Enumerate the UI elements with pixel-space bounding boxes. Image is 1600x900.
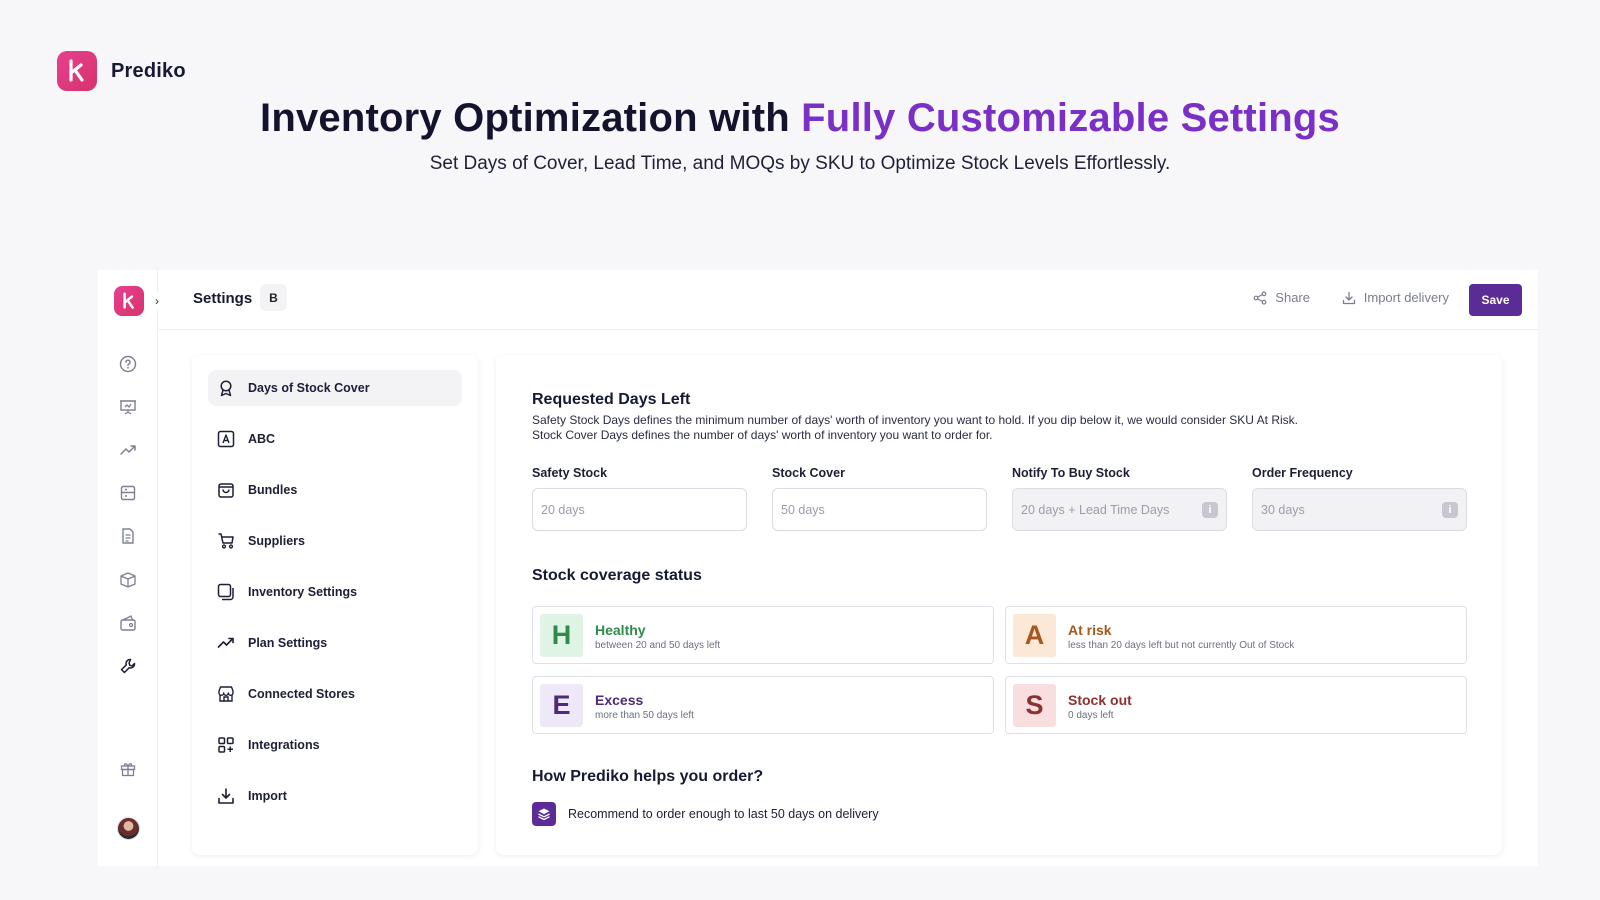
nav-item-label: ABC [248, 432, 276, 446]
nav-item-days-of-stock-cover[interactable]: Days of Stock Cover [208, 370, 462, 406]
cart-icon [216, 531, 236, 551]
icon-rail: › [98, 270, 164, 866]
cash-icon[interactable] [116, 611, 140, 635]
layers-icon [532, 802, 556, 826]
nav-item-label: Integrations [248, 738, 320, 752]
trend-icon[interactable] [116, 438, 140, 462]
info-icon[interactable]: i [1442, 502, 1458, 518]
gift-icon[interactable] [116, 757, 140, 781]
nav-item-label: Import [248, 789, 287, 803]
nav-item-suppliers[interactable]: Suppliers [208, 523, 462, 559]
stock-coverage-title: Stock coverage status [532, 567, 702, 584]
safety-stock-input[interactable]: 20 days [532, 488, 747, 531]
nav-item-abc[interactable]: ABC [208, 421, 462, 457]
nav-item-label: Inventory Settings [248, 585, 358, 599]
page-title: Settings [193, 290, 253, 307]
nav-item-label: Connected Stores [248, 687, 355, 701]
status-title: Excess [595, 692, 644, 708]
stock-cover-label: Stock Cover [772, 466, 845, 480]
document-icon[interactable] [116, 524, 140, 548]
prediko-logo-icon [57, 51, 97, 91]
settings-nav: Days of Stock Cover ABC Bundles Supplier… [192, 355, 478, 855]
workspace-badge[interactable]: B [260, 284, 287, 311]
user-avatar[interactable] [117, 817, 140, 840]
import-delivery-button[interactable]: Import delivery [1342, 290, 1449, 305]
download-icon [216, 786, 236, 806]
status-title: At risk [1068, 622, 1112, 638]
recommendation-row: Recommend to order enough to last 50 day… [532, 802, 879, 826]
status-card-excess: E Excess more than 50 days left [532, 676, 994, 734]
status-letter-a: A [1013, 614, 1056, 657]
hero-title-main: Inventory Optimization with [260, 96, 802, 140]
share-label: Share [1275, 290, 1310, 305]
status-desc: 0 days left [1068, 710, 1114, 721]
grid-plus-icon [216, 735, 236, 755]
nav-item-label: Days of Stock Cover [248, 381, 370, 395]
status-title: Stock out [1068, 692, 1132, 708]
box-icon[interactable] [116, 568, 140, 592]
nav-item-integrations[interactable]: Integrations [208, 727, 462, 763]
import-delivery-label: Import delivery [1363, 290, 1449, 305]
safety-stock-label: Safety Stock [532, 466, 608, 480]
nav-item-label: Suppliers [248, 534, 305, 548]
wrench-icon[interactable] [116, 654, 140, 678]
stock-cover-input[interactable]: 50 days [772, 488, 987, 531]
settings-panel: Requested Days Left Safety Stock Days de… [496, 355, 1502, 855]
info-icon[interactable]: i [1202, 502, 1218, 518]
help-icon[interactable] [116, 352, 140, 376]
how-prediko-helps-title: How Prediko helps you order? [532, 768, 764, 785]
brand-name: Prediko [111, 59, 186, 82]
share-icon [1253, 290, 1267, 305]
save-button[interactable]: Save [1469, 284, 1522, 316]
inventory-icon[interactable] [116, 481, 140, 505]
requested-days-title: Requested Days Left [532, 391, 691, 408]
nav-item-label: Bundles [248, 483, 298, 497]
nav-item-connected-stores[interactable]: Connected Stores [208, 676, 462, 712]
order-frequency-input: 30 days i [1252, 488, 1467, 531]
status-card-healthy: H Healthy between 20 and 50 days left [532, 606, 994, 664]
share-button[interactable]: Share [1253, 290, 1310, 305]
order-frequency-value: 30 days [1261, 502, 1305, 517]
recommendation-text: Recommend to order enough to last 50 day… [568, 807, 879, 821]
hero-title: Inventory Optimization with Fully Custom… [0, 96, 1600, 141]
status-letter-s: S [1013, 684, 1056, 727]
notify-to-buy-value: 20 days + Lead Time Days [1021, 502, 1170, 517]
status-desc: less than 20 days left but not currently… [1068, 640, 1295, 651]
app-window: › Settings B Share Import delivery Save … [98, 270, 1538, 866]
nav-item-import[interactable]: Import [208, 778, 462, 814]
award-icon [216, 378, 236, 398]
status-letter-h: H [540, 614, 583, 657]
status-card-stock-out: S Stock out 0 days left [1005, 676, 1467, 734]
hero-title-accent: Fully Customizable Settings [801, 96, 1340, 140]
status-desc: more than 50 days left [595, 710, 694, 721]
status-title: Healthy [595, 622, 646, 638]
bag-icon [216, 480, 236, 500]
requested-days-desc-2: Stock Cover Days defines the number of d… [532, 428, 993, 442]
requested-days-desc-1: Safety Stock Days defines the minimum nu… [532, 413, 1298, 427]
app-logo-icon[interactable] [114, 286, 144, 316]
copy-icon [216, 582, 236, 602]
topbar: Settings B Share Import delivery Save [159, 270, 1538, 330]
status-desc: between 20 and 50 days left [595, 640, 721, 651]
hero-subtitle: Set Days of Cover, Lead Time, and MOQs b… [429, 153, 1171, 174]
status-letter-e: E [540, 684, 583, 727]
letter-a-icon [216, 429, 236, 449]
brand: Prediko [57, 51, 186, 91]
order-frequency-label: Order Frequency [1252, 466, 1353, 480]
nav-item-plan-settings[interactable]: Plan Settings [208, 625, 462, 661]
download-icon [1342, 291, 1355, 304]
notify-to-buy-input: 20 days + Lead Time Days i [1012, 488, 1227, 531]
status-card-at-risk: A At risk less than 20 days left but not… [1005, 606, 1467, 664]
notify-to-buy-label: Notify To Buy Stock [1012, 466, 1130, 480]
trend-icon [216, 633, 236, 653]
nav-item-inventory-settings[interactable]: Inventory Settings [208, 574, 462, 610]
presentation-icon[interactable] [116, 395, 140, 419]
nav-item-bundles[interactable]: Bundles [208, 472, 462, 508]
store-icon [216, 684, 236, 704]
nav-item-label: Plan Settings [248, 636, 328, 650]
